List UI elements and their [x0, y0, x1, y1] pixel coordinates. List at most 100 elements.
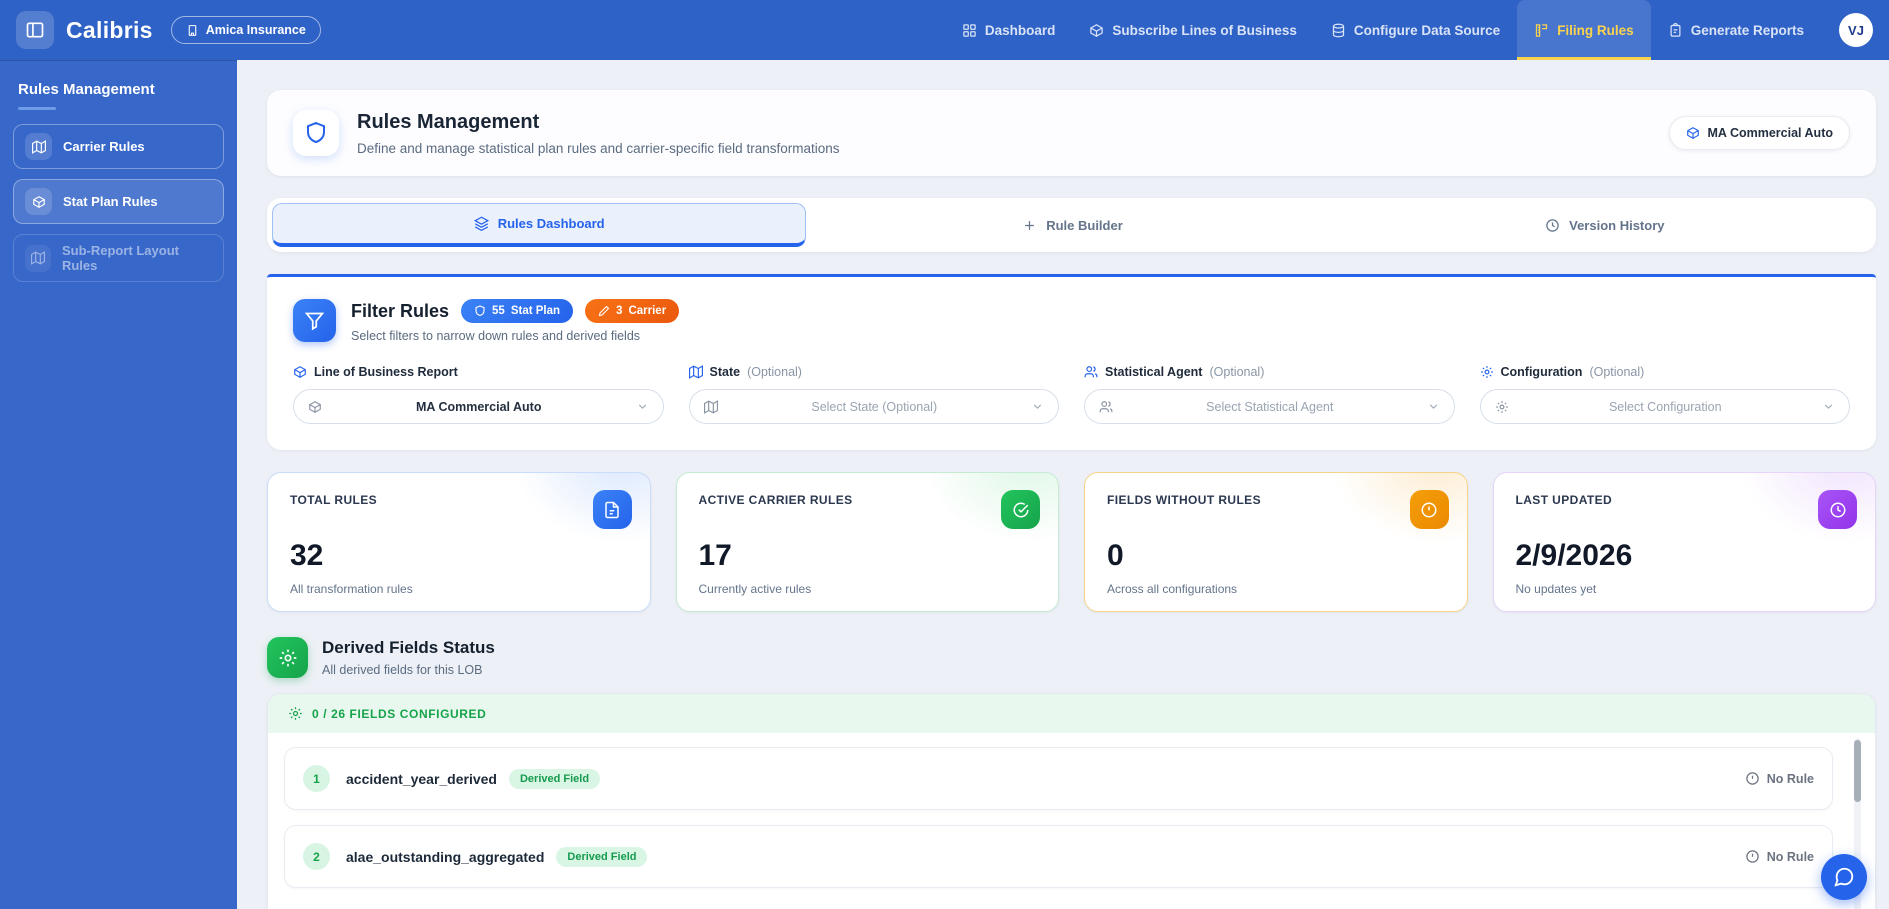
nav-configure-data-source[interactable]: Configure Data Source: [1314, 0, 1517, 60]
derived-fields-header: Derived Fields Status All derived fields…: [267, 637, 1876, 678]
nav-label: Subscribe Lines of Business: [1112, 23, 1297, 38]
stat-card-active-carrier-rules: ACTIVE CARRIER RULES 17 Currently active…: [676, 472, 1060, 612]
fields-configured-summary: 0 / 26 FIELDS CONFIGURED: [312, 707, 486, 721]
clipboard-icon: [1668, 23, 1683, 38]
org-badge[interactable]: Amica Insurance: [171, 16, 321, 44]
nav-generate-reports[interactable]: Generate Reports: [1651, 0, 1821, 60]
package-icon: [293, 365, 307, 379]
page-header-card: Rules Management Define and manage stati…: [267, 90, 1876, 176]
filter-field-configuration: Configuration (Optional) Select Configur…: [1480, 365, 1851, 424]
lob-select[interactable]: MA Commercial Auto: [293, 389, 664, 424]
database-icon: [1331, 23, 1346, 38]
check-circle-icon: [1001, 490, 1040, 529]
nav-label: Dashboard: [985, 23, 1056, 38]
filter-title: Filter Rules: [351, 301, 449, 322]
user-avatar[interactable]: VJ: [1839, 13, 1873, 47]
filter-rules-card: Filter Rules 55 Stat Plan 3 Carrier: [267, 274, 1876, 450]
stat-value: 17: [699, 539, 1037, 573]
clock-icon: [1818, 490, 1857, 529]
field-label-text: Line of Business Report: [314, 365, 458, 379]
panel-scrollbar-thumb[interactable]: [1854, 740, 1861, 802]
sidebar-toggle-button[interactable]: [16, 11, 54, 49]
filter-field-statistical-agent: Statistical Agent (Optional) Select Stat…: [1084, 365, 1455, 424]
stat-card-last-updated: LAST UPDATED 2/9/2026 No updates yet: [1493, 472, 1877, 612]
chat-button[interactable]: [1821, 854, 1867, 900]
stat-value: 2/9/2026: [1516, 539, 1854, 573]
pencil-icon: [598, 305, 610, 317]
state-select[interactable]: Select State (Optional): [689, 389, 1060, 424]
nav-subscribe-lines-of-business[interactable]: Subscribe Lines of Business: [1072, 0, 1314, 60]
clock-icon: [1545, 218, 1560, 233]
chevron-down-icon: [1822, 400, 1835, 413]
package-icon: [25, 188, 52, 215]
field-optional-text: (Optional): [1589, 365, 1644, 379]
field-label-text: Configuration: [1501, 365, 1583, 379]
field-row-accident-year-derived[interactable]: 1 accident_year_derived Derived Field No…: [284, 747, 1833, 810]
select-placeholder: Select Statistical Agent: [1113, 400, 1427, 414]
carrier-count-chip[interactable]: 3 Carrier: [585, 299, 679, 323]
sidebar-item-stat-plan-rules[interactable]: Stat Plan Rules: [13, 179, 224, 224]
ruler-icon: [1534, 23, 1549, 38]
rule-status: No Rule: [1745, 771, 1814, 786]
stat-card-fields-without-rules: FIELDS WITHOUT RULES 0 Across all config…: [1084, 472, 1468, 612]
gear-icon: [1495, 400, 1509, 414]
building-icon: [186, 24, 199, 37]
tab-label: Version History: [1569, 218, 1664, 233]
sidebar-item-sub-report-layout-rules[interactable]: Sub-Report Layout Rules: [13, 234, 224, 282]
filter-field-lob: Line of Business Report MA Commercial Au…: [293, 365, 664, 424]
stat-caption: Across all configurations: [1107, 582, 1445, 596]
info-circle-icon: [1745, 771, 1760, 786]
sidebar: Rules Management Carrier Rules Stat Plan…: [0, 60, 237, 909]
gear-icon: [1480, 365, 1494, 379]
filter-subtitle: Select filters to narrow down rules and …: [351, 329, 679, 343]
sidebar-item-carrier-rules[interactable]: Carrier Rules: [13, 124, 224, 169]
chip-label: Carrier: [628, 305, 666, 317]
plus-icon: [1022, 218, 1037, 233]
chevron-down-icon: [1031, 400, 1044, 413]
document-icon: [593, 490, 632, 529]
org-badge-label: Amica Insurance: [206, 23, 306, 37]
users-icon: [1084, 365, 1098, 379]
tab-label: Rules Dashboard: [498, 216, 605, 231]
tab-rules-dashboard[interactable]: Rules Dashboard: [272, 203, 806, 247]
app-logo: Calibris: [66, 17, 153, 44]
nav-label: Generate Reports: [1691, 23, 1804, 38]
field-name: alae_outstanding_aggregated: [346, 849, 544, 865]
filter-field-state: State (Optional) Select State (Optional): [689, 365, 1060, 424]
statistical-agent-select[interactable]: Select Statistical Agent: [1084, 389, 1455, 424]
tab-label: Rule Builder: [1046, 218, 1123, 233]
nav-filing-rules[interactable]: Filing Rules: [1517, 0, 1651, 60]
stat-label: TOTAL RULES: [290, 493, 628, 507]
nav-dashboard[interactable]: Dashboard: [945, 0, 1073, 60]
panel-toggle-icon: [25, 20, 45, 40]
row-index-badge: 2: [303, 843, 330, 870]
tab-rule-builder[interactable]: Rule Builder: [806, 203, 1338, 247]
users-icon: [1099, 400, 1113, 414]
gear-icon: [267, 637, 308, 678]
stat-caption: No updates yet: [1516, 582, 1854, 596]
stat-value: 32: [290, 539, 628, 573]
select-value: MA Commercial Auto: [322, 400, 636, 414]
stat-plan-count-chip[interactable]: 55 Stat Plan: [461, 299, 573, 323]
nav-label: Configure Data Source: [1354, 23, 1500, 38]
top-navigation: Dashboard Subscribe Lines of Business Co…: [945, 0, 1821, 60]
configuration-select[interactable]: Select Configuration: [1480, 389, 1851, 424]
field-label-text: Statistical Agent: [1105, 365, 1202, 379]
sidebar-item-label: Carrier Rules: [63, 139, 145, 154]
tab-version-history[interactable]: Version History: [1339, 203, 1871, 247]
stat-label: FIELDS WITHOUT RULES: [1107, 493, 1445, 507]
field-row-alae-outstanding-aggregated[interactable]: 2 alae_outstanding_aggregated Derived Fi…: [284, 825, 1833, 888]
lob-badge[interactable]: MA Commercial Auto: [1669, 116, 1850, 150]
info-circle-icon: [1745, 849, 1760, 864]
alert-circle-icon: [1410, 490, 1449, 529]
stats-row: TOTAL RULES 32 All transformation rules …: [267, 472, 1876, 612]
select-placeholder: Select State (Optional): [718, 400, 1032, 414]
chip-count: 3: [616, 305, 622, 317]
shield-icon: [293, 110, 339, 156]
field-optional-text: (Optional): [747, 365, 802, 379]
stat-label: LAST UPDATED: [1516, 493, 1854, 507]
row-index-badge: 1: [303, 765, 330, 792]
derived-field-badge: Derived Field: [509, 769, 600, 789]
dashboard-grid-icon: [962, 23, 977, 38]
fields-configured-header: 0 / 26 FIELDS CONFIGURED: [268, 694, 1875, 733]
